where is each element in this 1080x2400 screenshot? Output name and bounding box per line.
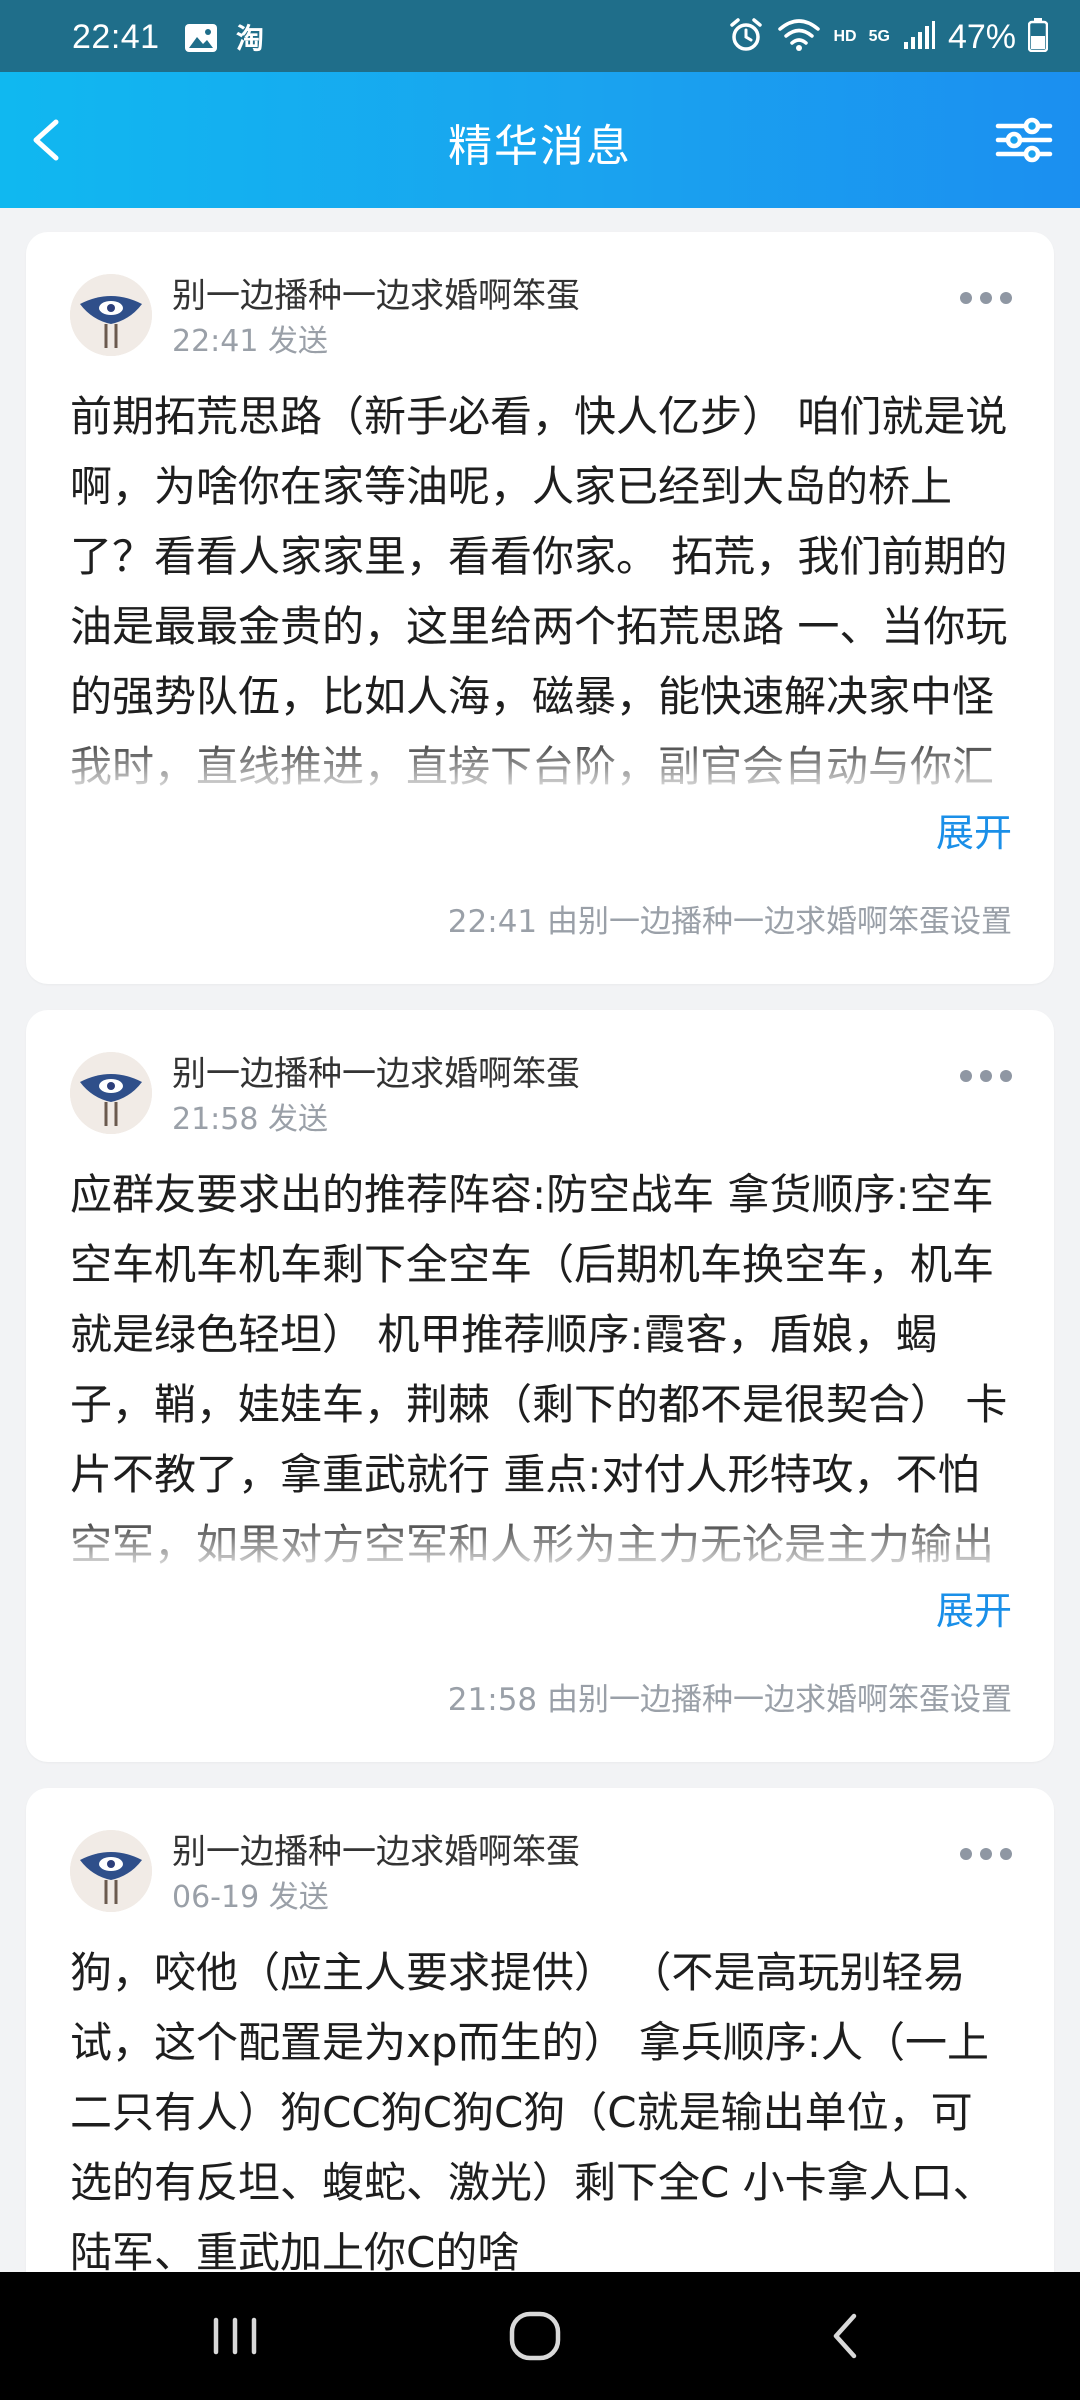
hd-label: HD	[833, 28, 857, 45]
sent-time: 22:41 发送	[172, 324, 328, 359]
wifi-icon	[777, 17, 821, 57]
signal-icon	[902, 20, 936, 54]
message-card[interactable]: 别一边播种一边求婚啊笨蛋 06-19 发送 狗，咬他（应主人要求提供） （不是高…	[26, 1788, 1054, 2348]
more-dots-icon	[960, 1070, 1012, 1082]
status-left-icons: 淘	[184, 22, 272, 58]
battery-percent: 47%	[947, 17, 1016, 56]
avatar[interactable]	[70, 1830, 152, 1912]
more-options-button[interactable]	[958, 1064, 1014, 1088]
battery-icon	[1027, 18, 1049, 56]
back-chevron-icon	[833, 2313, 857, 2359]
recent-apps-icon	[213, 2317, 257, 2355]
author-name[interactable]: 别一边播种一边求婚啊笨蛋	[172, 268, 580, 317]
gallery-icon	[184, 23, 218, 57]
sliders-icon	[995, 117, 1053, 163]
more-options-button[interactable]	[958, 1842, 1014, 1866]
more-dots-icon	[960, 1848, 1012, 1860]
message-card[interactable]: 别一边播种一边求婚啊笨蛋 21:58 发送 应群友要求出的推荐阵容:防空战车 拿…	[26, 1010, 1054, 1762]
author-name[interactable]: 别一边播种一边求婚啊笨蛋	[172, 1046, 580, 1095]
sent-time: 21:58 发送	[172, 1102, 328, 1137]
expand-link[interactable]: 展开	[927, 802, 1012, 857]
set-by-footer: 22:41 由别一边播种一边求婚啊笨蛋设置	[447, 904, 1012, 940]
message-content: 前期拓荒思路（新手必看，快人亿步） 咱们就是说啊，为啥你在家等油呢，人家已经到大…	[70, 382, 1014, 802]
home-button[interactable]	[500, 2306, 570, 2366]
avatar[interactable]	[70, 274, 152, 356]
5g-label: 5G	[868, 28, 890, 45]
alarm-icon	[727, 16, 765, 58]
filter-settings-button[interactable]	[992, 108, 1056, 172]
status-time: 22:41	[72, 18, 160, 56]
set-by-footer: 21:58 由别一边播种一边求婚啊笨蛋设置	[447, 1682, 1012, 1718]
message-card[interactable]: 别一边播种一边求婚啊笨蛋 22:41 发送 前期拓荒思路（新手必看，快人亿步） …	[26, 232, 1054, 984]
sent-time: 06-19 发送	[172, 1880, 329, 1915]
status-bar: 22:41 淘 HD 5G 47%	[0, 0, 1080, 72]
message-content: 应群友要求出的推荐阵容:防空战车 拿货顺序:空车空车机车机车剩下全空车（后期机车…	[70, 1160, 1014, 1580]
page-title: 精华消息	[448, 121, 632, 172]
status-right-icons: HD 5G 47%	[727, 16, 1049, 58]
home-icon	[509, 2311, 561, 2361]
avatar[interactable]	[70, 1052, 152, 1134]
taobao-icon: 淘	[234, 22, 272, 58]
system-back-button[interactable]	[810, 2306, 880, 2366]
recent-apps-button[interactable]	[200, 2306, 270, 2366]
expand-link[interactable]: 展开	[927, 1580, 1012, 1635]
message-content: 狗，咬他（应主人要求提供） （不是高玩别轻易试，这个配置是为xp而生的） 拿兵顺…	[70, 1948, 995, 2277]
svg-text:淘: 淘	[236, 22, 264, 54]
header-bar: 精华消息	[0, 72, 1080, 208]
system-navigation-bar	[0, 2272, 1080, 2400]
more-options-button[interactable]	[958, 286, 1014, 310]
author-name[interactable]: 别一边播种一边求婚啊笨蛋	[172, 1824, 580, 1873]
more-dots-icon	[960, 292, 1012, 304]
